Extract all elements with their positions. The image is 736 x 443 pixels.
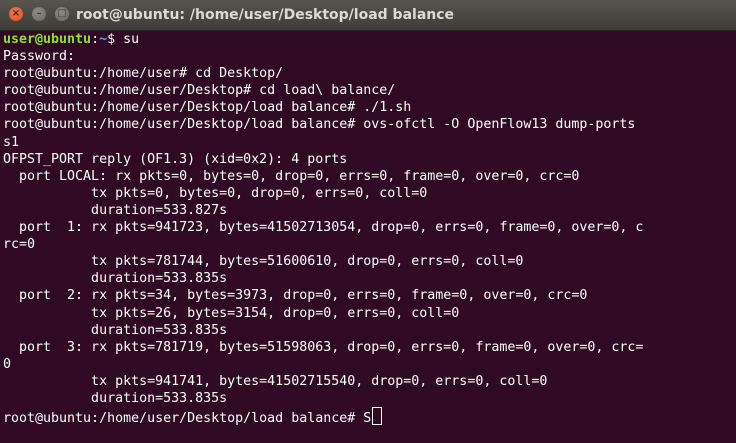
maximize-icon[interactable]: □ (55, 7, 69, 21)
output-line: tx pkts=941741, bytes=41502715540, drop=… (3, 373, 548, 389)
output-line: root@ubuntu:/home/user/Desktop/load bala… (3, 117, 636, 133)
close-icon[interactable]: × (9, 7, 23, 21)
output-line: port 1: rx pkts=941723, bytes=4150271305… (3, 220, 644, 236)
output-line: duration=533.835s (3, 322, 228, 338)
prompt-userhost: user@ubuntu (3, 32, 92, 47)
prompt-path: ~ (99, 32, 108, 47)
output-line: tx pkts=781744, bytes=51600610, drop=0, … (3, 254, 524, 270)
terminal-window: × – □ root@ubuntu: /home/user/Desktop/lo… (0, 0, 736, 443)
prompt-line-user: user@ubuntu:~$ su (3, 31, 736, 48)
output-line: s1 (3, 134, 20, 150)
output-line: OFPST_PORT reply (OF1.3) (xid=0x2): 4 po… (3, 151, 348, 167)
current-prompt: root@ubuntu:/home/user/Desktop/load bala… (3, 411, 372, 427)
output-line: root@ubuntu:/home/user/Desktop# cd load\… (3, 83, 396, 99)
prompt-command: $ su (107, 32, 140, 47)
terminal-output[interactable]: user@ubuntu:~$ su Password: root@ubuntu:… (3, 31, 736, 443)
minimize-icon[interactable]: – (32, 7, 46, 21)
output-line: Password: (3, 49, 76, 65)
text-cursor (372, 407, 383, 426)
output-line: root@ubuntu:/home/user# cd Desktop/ (3, 66, 284, 82)
prompt-colon: : (91, 32, 100, 47)
window-title: root@ubuntu: /home/user/Desktop/load bal… (76, 7, 455, 23)
output-line: port 3: rx pkts=781719, bytes=51598063, … (3, 339, 644, 355)
output-line: tx pkts=0, bytes=0, drop=0, errs=0, coll… (3, 185, 428, 201)
output-line: duration=533.835s (3, 390, 228, 406)
output-line: root@ubuntu:/home/user/Desktop/load bala… (3, 100, 412, 116)
output-line: duration=533.827s (3, 202, 228, 218)
output-line: rc=0 (3, 237, 36, 253)
output-line: port 2: rx pkts=34, bytes=3973, drop=0, … (3, 288, 588, 304)
output-line: port LOCAL: rx pkts=0, bytes=0, drop=0, … (3, 168, 580, 184)
current-prompt-line[interactable]: root@ubuntu:/home/user/Desktop/load bala… (3, 407, 736, 427)
output-line: duration=533.835s (3, 271, 228, 287)
title-bar[interactable]: × – □ root@ubuntu: /home/user/Desktop/lo… (0, 0, 736, 31)
output-line: 0 (3, 356, 12, 372)
output-line: tx pkts=26, bytes=3154, drop=0, errs=0, … (3, 305, 460, 321)
